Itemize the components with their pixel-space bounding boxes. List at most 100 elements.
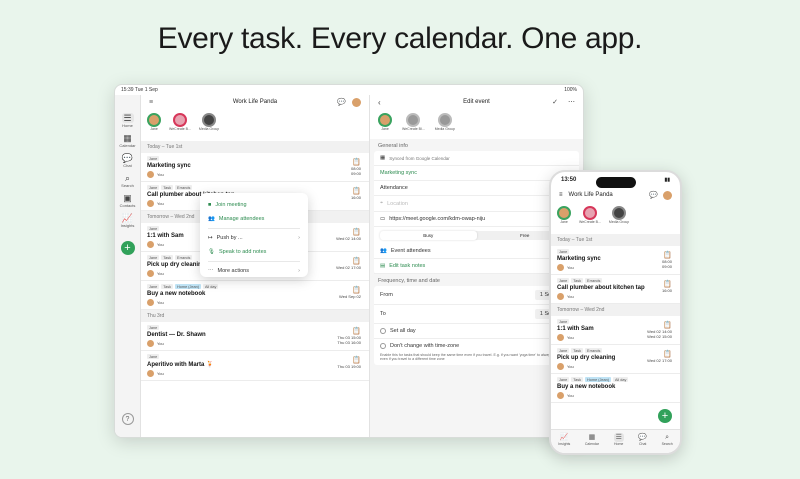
more-icon[interactable]: ⋯ [568,98,575,106]
filter-icon[interactable]: ≡ [559,192,563,198]
tag: Task [161,255,174,260]
clipboard-icon: 📋 [352,258,361,265]
rail-item-search[interactable]: ⌕ Search [116,173,140,188]
rail-item-calendar[interactable]: ▦ Calendar [116,133,140,148]
phone-title: Work Life Panda [568,192,613,198]
people-icon: 👥 [208,216,215,222]
tab-chat[interactable]: 💬 Chat [638,433,647,453]
tab-calendar[interactable]: ▦ Calendar [585,433,599,453]
task-item[interactable]: Jane Task Home (Jean) All day Buy a new not… [551,374,680,403]
join-meeting-item[interactable]: ■ Join meeting [208,198,300,212]
task-item[interactable]: Jane Aperitivo with Marta 🍹 You 📋 Thu 03 … [141,351,369,381]
section-header: Today – Tue 1st [551,234,680,246]
checkmark-icon[interactable]: ✓ [552,98,558,106]
task-time-end: 09:00 [350,171,361,176]
chat-icon: 💬 [638,434,648,441]
task-item[interactable]: Jane Task Home (Jean) All day Buy a new not… [141,281,369,310]
task-item[interactable]: Jane 1:1 with Sam You 📋 Wed 02 14:00 Wed 0… [551,316,680,345]
radio-button[interactable] [380,343,386,349]
rail-item-contacts[interactable]: ▣ Contacts [116,193,140,208]
avatar-wecreate[interactable]: WeCreate Bl... [402,113,425,135]
rail-item-chat[interactable]: 💬 Chat [116,153,140,168]
tag: Jane [147,185,160,190]
chat-bubble-icon[interactable]: 💬 [337,98,346,107]
tab-search[interactable]: ⌕ Search [662,433,673,453]
help-button[interactable]: ? [121,413,134,425]
task-item[interactable]: Jane Dentist — Dr. Shawn You 📋 Thu 03 15:… [141,322,369,351]
video-camera-icon: ■ [208,202,212,208]
task-time: 16:00 [661,288,672,293]
assignee-avatar [557,363,564,370]
detail-header: ‹ Edit event ✓ ⋯ [370,95,583,109]
tab-bar: 📈 Insights ▦ Calendar ☰ Home 💬 Chat ⌕ Search [551,429,680,453]
detail-avatar-row: Jane WeCreate Bl... Media Group [370,109,583,139]
task-title: Buy a new notebook [147,291,206,297]
filter-icon[interactable]: ≡ [149,99,153,106]
push-by-item[interactable]: ↦ Push by ... › [208,231,300,245]
chart-icon: 📈 [559,434,569,441]
avatar-label: Media Group [198,127,220,131]
rail-item-home[interactable]: ☰ Home [116,113,140,128]
timezone-label: Don't change with time-zone [390,343,460,349]
clipboard-icon: 📋 [352,328,361,335]
chevron-right-icon: › [298,235,300,241]
avatar-media-group[interactable]: Media Group [435,113,455,135]
task-item[interactable]: Jane Marketing sync You 📋 08:00 09:00 [141,153,369,182]
phone-avatar-row: Jane WeCreate B... Media Group [551,202,680,234]
assignee: You [157,371,164,376]
assignee: You [567,335,574,340]
busy-free-toggle[interactable]: Busy Free [380,231,573,240]
avatar-media-group[interactable]: Media Group [609,206,629,230]
assignee: You [567,393,574,398]
tag: Task [571,377,584,382]
task-item[interactable]: Jane Task Errands Pick up dry cleaning You… [551,345,680,374]
clipboard-icon: 📋 [352,357,361,364]
menu-divider [208,228,300,229]
tab-label: Insights [558,442,571,446]
tag: Jane [557,319,570,324]
rail-item-insights[interactable]: 📈 Insights [116,213,140,228]
search-icon: ⌕ [665,434,670,441]
rail-label: Chat [123,163,132,168]
tab-insights[interactable]: 📈 Insights [558,433,570,453]
assignee-avatar [147,241,154,248]
avatar-label: Jane [381,127,389,131]
add-task-button[interactable]: + [120,241,135,255]
chat-bubble-icon[interactable]: 💬 [649,191,658,200]
avatar-media-group[interactable]: Media Group [199,113,219,137]
add-task-button[interactable]: + [658,409,672,423]
task-item[interactable]: Jane Marketing sync You 📋 08:00 09:00 [551,246,680,275]
more-actions-item[interactable]: ⋯ More actions › [208,264,300,278]
avatar-label: Jane [150,127,158,131]
task-time: Wed 02 14:00 [336,236,361,241]
avatar-jane[interactable]: Jane [557,206,571,230]
avatar-jane[interactable]: Jane [147,113,161,137]
menu-label: Join meeting [215,202,247,208]
assignee-avatar [147,200,154,207]
clipboard-icon: 📋 [663,322,672,329]
back-chevron-icon[interactable]: ‹ [378,98,381,107]
from-label: From [380,292,393,298]
meet-link: https://meet.google.com/kdm-owap-niju [389,216,486,222]
microphone-icon: 🎙 [208,249,215,255]
task-item[interactable]: Jane Task Errands Call plumber about kitch… [551,275,680,304]
manage-attendees-item[interactable]: 👥 Manage attendees [208,212,300,226]
busy-option[interactable]: Busy [380,231,477,240]
profile-avatar[interactable] [352,97,361,107]
task-time-end: Wed 02 15:00 [647,334,672,339]
avatar-label: Jane [560,220,568,224]
avatar-label: WeCreate Bl... [402,127,425,131]
assignee: You [157,300,164,305]
radio-button[interactable] [380,328,386,334]
avatar-wecreate[interactable]: WeCreate B... [579,206,601,230]
speak-notes-item[interactable]: 🎙 Speak to add notes [208,245,300,259]
chat-icon: 💬 [121,153,134,163]
profile-avatar[interactable] [663,190,672,200]
avatar-jane[interactable]: Jane [378,113,392,135]
section-header: Thu 3rd [141,310,369,322]
task-time-end: Thu 03 16:00 [337,340,361,345]
rail-label: Calendar [119,143,136,148]
event-name-field[interactable]: Marketing sync [374,166,579,181]
avatar-wecreate[interactable]: WeCreate B... [169,113,191,137]
tab-home[interactable]: ☰ Home [613,433,624,453]
